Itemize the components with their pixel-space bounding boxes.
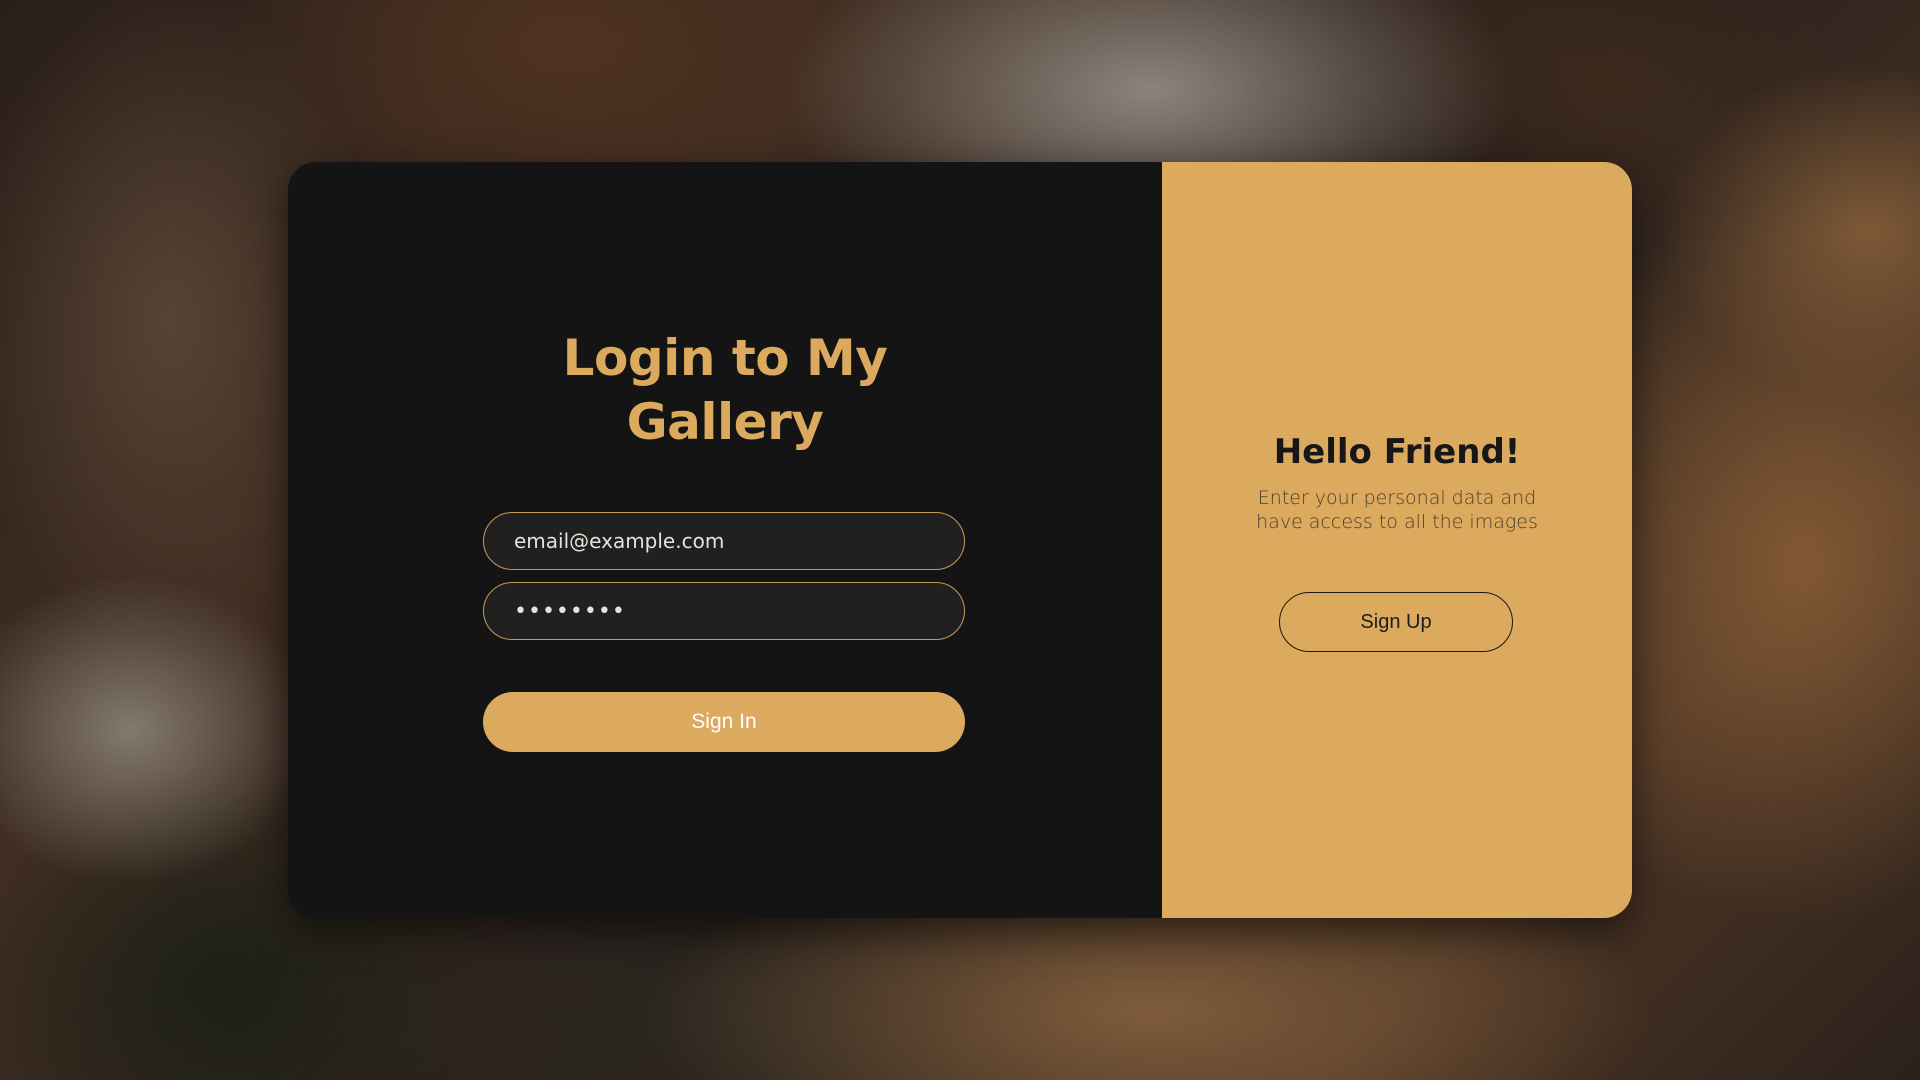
promo-text-line2: have access to all the images <box>1256 511 1538 533</box>
login-title-line1: Login to My <box>562 329 888 387</box>
promo-title: Hello Friend! <box>1273 432 1521 472</box>
sign-up-button[interactable]: Sign Up <box>1279 592 1513 652</box>
auth-card: Login to My Gallery Sign In Hello Friend… <box>288 162 1632 918</box>
login-panel: Login to My Gallery Sign In <box>288 162 1162 918</box>
login-title: Login to My Gallery <box>288 326 1162 454</box>
login-title-line2: Gallery <box>626 393 824 451</box>
promo-text-line1: Enter your personal data and <box>1257 487 1537 509</box>
promo-text: Enter your personal data and have access… <box>1222 486 1572 534</box>
password-input[interactable] <box>483 582 965 640</box>
email-input[interactable] <box>483 512 965 570</box>
sign-in-button[interactable]: Sign In <box>483 692 965 752</box>
signup-promo-panel: Hello Friend! Enter your personal data a… <box>1162 162 1632 918</box>
